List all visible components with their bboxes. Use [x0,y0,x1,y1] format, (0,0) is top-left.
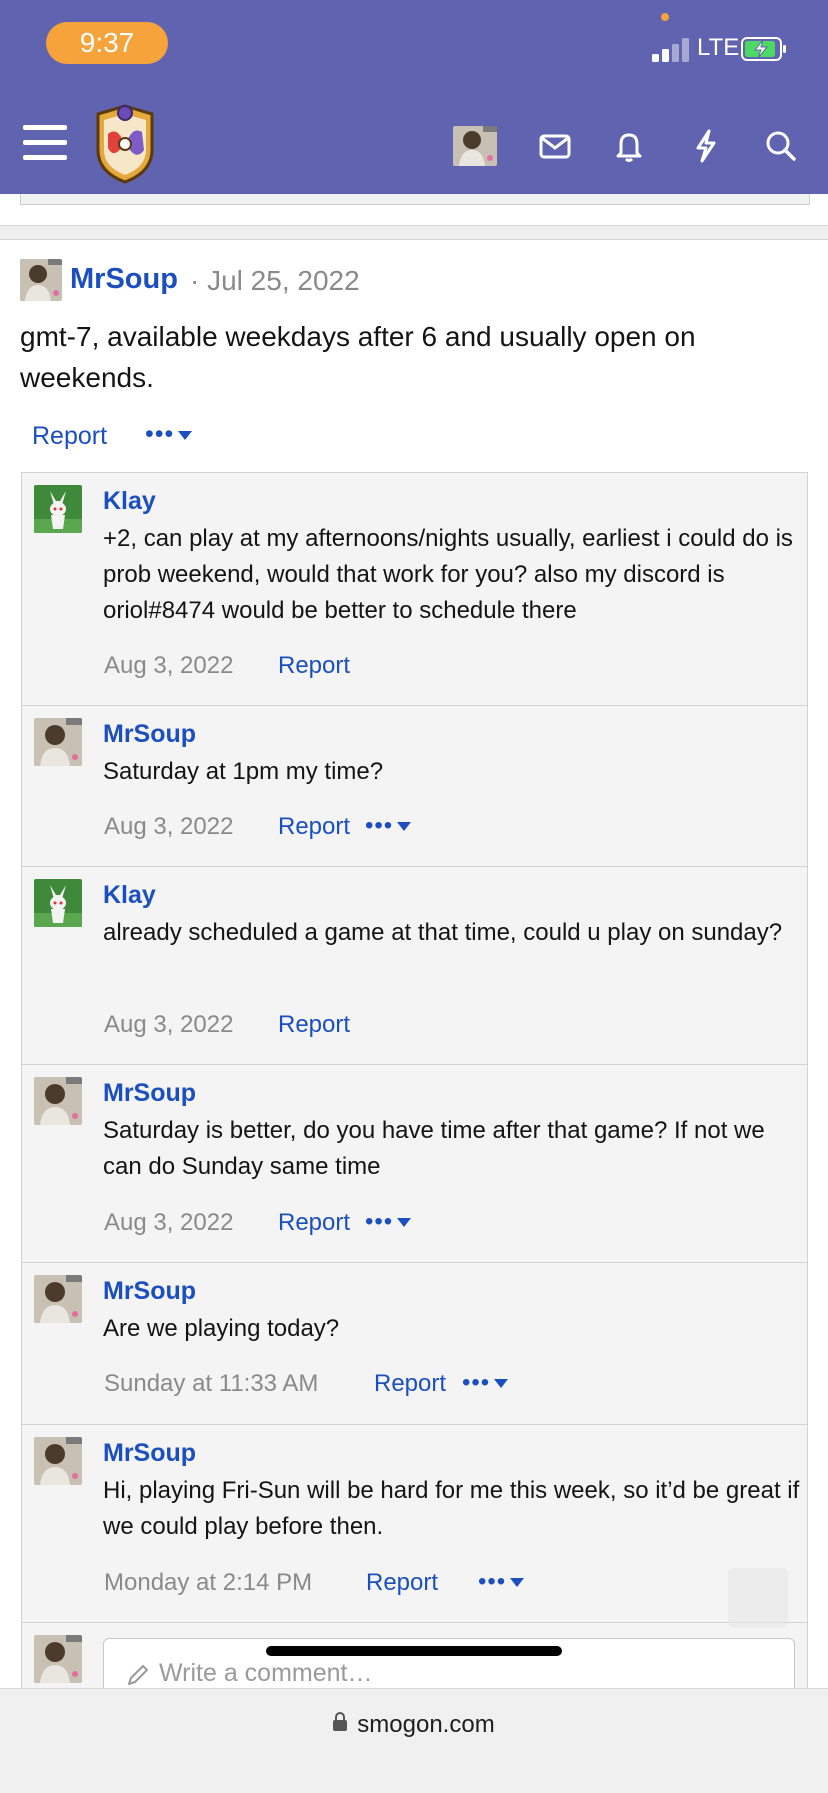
status-time: 9:37 [46,22,168,64]
comment-date[interactable]: Aug 3, 2022 [104,1011,233,1039]
previous-post-edge [20,194,810,205]
menu-icon[interactable] [23,125,67,163]
more-dots: ••• [365,812,394,839]
comment-body: Saturday is better, do you have time aft… [103,1117,765,1180]
comment-item: MrSoup Saturday is better, do you have t… [22,1065,807,1263]
post-more-menu[interactable]: ••• [145,420,193,449]
home-indicator[interactable] [266,1646,562,1656]
post-report-link[interactable]: Report [32,422,107,451]
commenter-avatar[interactable] [34,718,82,766]
comment-date[interactable]: Aug 3, 2022 [104,1209,233,1237]
pencil-icon [128,1665,148,1685]
more-dots: ••• [145,420,175,448]
post-separator [0,225,828,240]
comment-date[interactable]: Aug 3, 2022 [104,652,233,680]
network-type: LTE [697,34,740,61]
chevron-down-icon [397,1218,412,1228]
battery-charging-icon [741,37,786,61]
top-bar: 9:37 LTE [0,0,828,194]
commenter-avatar[interactable] [34,1275,82,1323]
inbox-icon[interactable] [535,126,575,166]
more-dots: ••• [365,1208,394,1235]
comment-more-menu[interactable]: ••• [365,812,412,840]
scroll-to-top-button[interactable] [728,1568,788,1628]
post-author-name[interactable]: MrSoup [70,263,178,296]
comment-body: already scheduled a game at that time, c… [103,919,783,946]
comment-item: MrSoup Saturday at 1pm my time? Aug 3, 2… [22,706,807,867]
domain-text: smogon.com [357,1711,495,1738]
comment-date[interactable]: Sunday at 11:33 AM [104,1370,318,1398]
chevron-down-icon [178,430,193,440]
post-date[interactable]: · Jul 25, 2022 [190,265,360,297]
commenter-name[interactable]: MrSoup [103,720,196,749]
comment-date[interactable]: Monday at 2:14 PM [104,1569,312,1597]
comment-report-link[interactable]: Report [278,652,350,680]
commenter-name[interactable]: MrSoup [103,1439,196,1468]
comment-report-link[interactable]: Report [374,1370,446,1398]
more-dots: ••• [462,1369,491,1396]
more-dots: ••• [478,1568,507,1595]
commenter-avatar[interactable] [34,879,82,927]
commenter-name[interactable]: Klay [103,487,156,516]
current-user-avatar [34,1635,82,1683]
comment-report-link[interactable]: Report [366,1569,438,1597]
commenter-name[interactable]: MrSoup [103,1079,196,1108]
comment-body: Are we playing today? [103,1315,340,1342]
comment-date[interactable]: Aug 3, 2022 [104,813,233,841]
commenter-name[interactable]: MrSoup [103,1277,196,1306]
address-domain[interactable]: smogon.com [0,1711,828,1739]
comment-more-menu[interactable]: ••• [365,1208,412,1236]
chevron-down-icon [510,1578,525,1588]
chevron-down-icon [494,1379,509,1389]
site-logo[interactable] [90,104,160,184]
bell-icon[interactable] [609,126,649,166]
comment-more-menu[interactable]: ••• [478,1568,525,1596]
privacy-indicator-dot [661,13,669,21]
comment-item: Klay already scheduled a game at that ti… [22,867,807,1065]
commenter-avatar[interactable] [34,1077,82,1125]
comment-more-menu[interactable]: ••• [462,1369,509,1397]
lightning-icon[interactable] [686,126,726,166]
signal-icon [652,38,692,62]
comment-item: MrSoup Hi, playing Fri-Sun will be hard … [22,1425,807,1623]
post-body: gmt-7, available weekdays after 6 and us… [20,321,696,393]
comment-report-link[interactable]: Report [278,1209,350,1237]
comment-report-link[interactable]: Report [278,1011,350,1039]
commenter-name[interactable]: Klay [103,881,156,910]
comment-list: Klay +2, can play at my afternoons/night… [21,472,808,1764]
user-avatar[interactable] [453,126,497,166]
lock-icon [333,1712,348,1732]
commenter-avatar[interactable] [34,1437,82,1485]
comment-item: MrSoup Are we playing today? Sunday at 1… [22,1263,807,1425]
comment-item: Klay +2, can play at my afternoons/night… [22,473,807,706]
search-icon[interactable] [761,126,801,166]
commenter-avatar[interactable] [34,485,82,533]
comment-report-link[interactable]: Report [278,813,350,841]
chevron-down-icon [397,822,412,832]
comment-body: Hi, playing Fri-Sun will be hard for me … [103,1477,800,1540]
write-comment-placeholder: Write a comment… [159,1659,373,1687]
post-author-avatar[interactable] [20,259,62,301]
comment-body: Saturday at 1pm my time? [103,758,384,785]
comment-body: +2, can play at my afternoons/nights usu… [103,525,793,624]
browser-address-bar[interactable]: smogon.com [0,1688,828,1793]
